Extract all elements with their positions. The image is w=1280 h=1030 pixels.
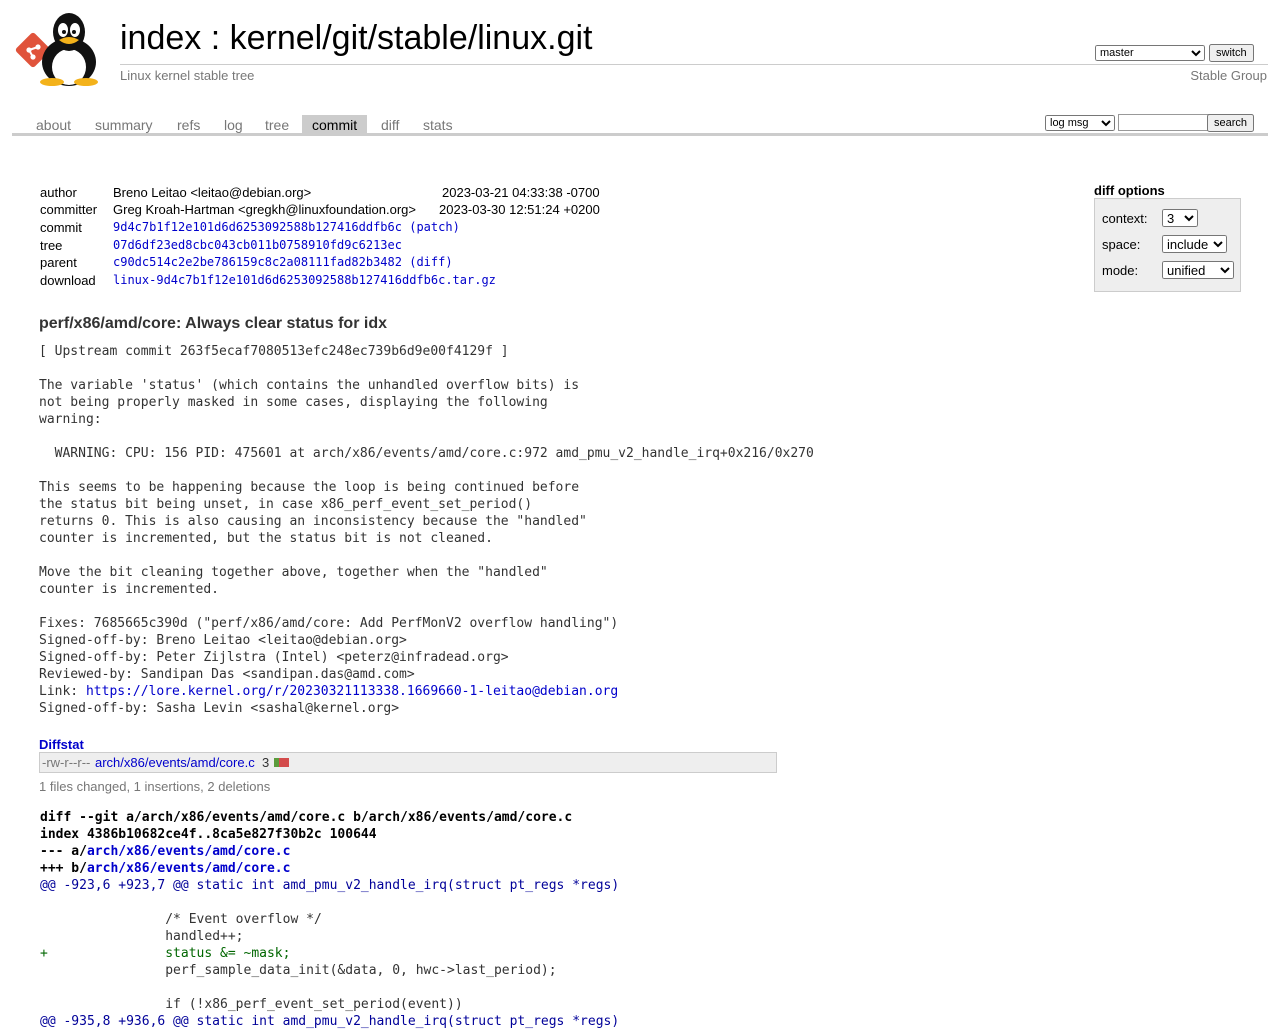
diff-index-line: index 4386b10682ce4f..8ca5e827f30b2c 100… xyxy=(40,827,377,842)
hunk-header: @@ -935,8 +936,6 @@ static int amd_pmu_v… xyxy=(40,1014,620,1029)
tab-summary[interactable]: summary xyxy=(85,115,163,133)
tab-refs[interactable]: refs xyxy=(167,115,210,133)
diff-context-line: handled++; xyxy=(40,929,244,944)
search-mode-select[interactable]: log msg xyxy=(1045,115,1115,131)
context-label: context: xyxy=(1102,211,1148,226)
context-select[interactable]: 3 xyxy=(1162,209,1198,227)
diff-new-file-line: +++ b/arch/x86/events/amd/core.c xyxy=(40,860,290,877)
tree-hash-link[interactable]: 07d6df23ed8cbc043cb011b0758910fd9c6213ec xyxy=(113,238,402,252)
tab-tree[interactable]: tree xyxy=(255,115,299,133)
mode-label: mode: xyxy=(1102,263,1139,278)
download-tarball-link[interactable]: linux-9d4c7b1f12e101d6d6253092588b127416… xyxy=(113,273,496,287)
committer-label: committer xyxy=(40,202,98,217)
commit-message-tail: Signed-off-by: Sasha Levin <sashal@kerne… xyxy=(39,701,400,716)
cgit-logo[interactable] xyxy=(14,10,110,86)
committer-value: Greg Kroah-Hartman <gregkh@linuxfoundati… xyxy=(113,202,416,217)
diff-old-file-line: --- a/arch/x86/events/amd/core.c xyxy=(40,843,290,860)
tab-log[interactable]: log xyxy=(214,115,253,133)
new-file-prefix: +++ b/ xyxy=(40,861,87,876)
diffstat-add-bar xyxy=(274,758,279,767)
lore-link[interactable]: https://lore.kernel.org/r/20230321113338… xyxy=(86,684,618,699)
author-label: author xyxy=(40,185,77,200)
diffstat-summary: 1 files changed, 1 insertions, 2 deletio… xyxy=(39,779,271,794)
commit-message-body: [ Upstream commit 263f5ecaf7080513efc248… xyxy=(39,344,814,699)
tab-stats[interactable]: stats xyxy=(413,115,463,133)
file-mode: -rw-r--r-- xyxy=(42,755,91,770)
author-date: 2023-03-21 04:33:38 -0700 xyxy=(442,185,600,200)
search-button[interactable]: search xyxy=(1207,114,1255,132)
tree-label: tree xyxy=(40,238,63,253)
branch-select[interactable]: master xyxy=(1095,45,1205,61)
parent-diff-link[interactable]: (diff) xyxy=(409,255,452,269)
download-label: download xyxy=(40,273,96,288)
diffstat-file-link[interactable]: arch/x86/events/amd/core.c xyxy=(95,755,255,770)
diffstat-count: 3 xyxy=(262,755,270,770)
diffstat-del-bar xyxy=(279,758,289,767)
commit-label: commit xyxy=(40,220,82,235)
diff-context-line: perf_sample_data_init(&data, 0, hwc->las… xyxy=(40,963,557,978)
tab-commit[interactable]: commit xyxy=(302,115,368,133)
author-value: Breno Leitao <leitao@debian.org> xyxy=(113,185,312,200)
tab-about[interactable]: about xyxy=(26,115,81,133)
diff-options-panel: context: 3 space: include mode: unified xyxy=(1094,198,1241,292)
diff-context-line xyxy=(40,979,48,996)
patch-link[interactable]: (patch) xyxy=(409,220,460,234)
diffstat-header-link[interactable]: Diffstat xyxy=(39,737,84,752)
title-separator: : xyxy=(201,19,230,57)
diff-context-line xyxy=(40,894,48,911)
commit-hash-link[interactable]: 9d4c7b1f12e101d6d6253092588b127416ddfb6c xyxy=(113,220,402,234)
diff-header-line: diff --git a/arch/x86/events/amd/core.c … xyxy=(40,810,573,825)
old-file-link[interactable]: arch/x86/events/amd/core.c xyxy=(87,844,291,859)
title-index-link[interactable]: index xyxy=(120,19,201,57)
tux-logo-icon xyxy=(15,13,98,86)
title-repo-link[interactable]: kernel/git/stable/linux.git xyxy=(230,19,593,57)
diffstat-table: -rw-r--r-- arch/x86/events/amd/core.c 3 xyxy=(39,752,777,773)
diff-context-line: /* Event overflow */ xyxy=(40,912,322,927)
repo-description: Linux kernel stable tree xyxy=(120,68,255,83)
parent-hash-link[interactable]: c90dc514c2e2be786159c8c2a08111fad82b3482 xyxy=(113,255,402,269)
committer-date: 2023-03-30 12:51:24 +0200 xyxy=(439,202,600,217)
commit-subject: perf/x86/amd/core: Always clear status f… xyxy=(39,315,387,332)
space-select[interactable]: include xyxy=(1162,235,1227,253)
tab-diff[interactable]: diff xyxy=(371,115,409,133)
old-file-prefix: --- a/ xyxy=(40,844,87,859)
page-title: index : kernel/git/stable/linux.git xyxy=(120,18,593,58)
diff-options-title: diff options xyxy=(1094,183,1165,198)
mode-select[interactable]: unified xyxy=(1162,261,1234,279)
diff-context-line: if (!x86_perf_event_set_period(event)) xyxy=(40,997,463,1012)
commit-message: [ Upstream commit 263f5ecaf7080513efc248… xyxy=(39,343,814,717)
new-file-link[interactable]: arch/x86/events/amd/core.c xyxy=(87,861,291,876)
hunk-header: @@ -923,6 +923,7 @@ static int amd_pmu_v… xyxy=(40,878,620,893)
switch-button[interactable]: switch xyxy=(1209,44,1254,62)
space-label: space: xyxy=(1102,237,1141,252)
diff-added-line: + status &= ~mask; xyxy=(40,946,291,961)
header-divider xyxy=(120,64,1268,65)
repo-owner-link[interactable]: Stable Group xyxy=(1190,68,1267,83)
diffstat-graph xyxy=(274,758,289,767)
parent-label: parent xyxy=(40,255,77,270)
